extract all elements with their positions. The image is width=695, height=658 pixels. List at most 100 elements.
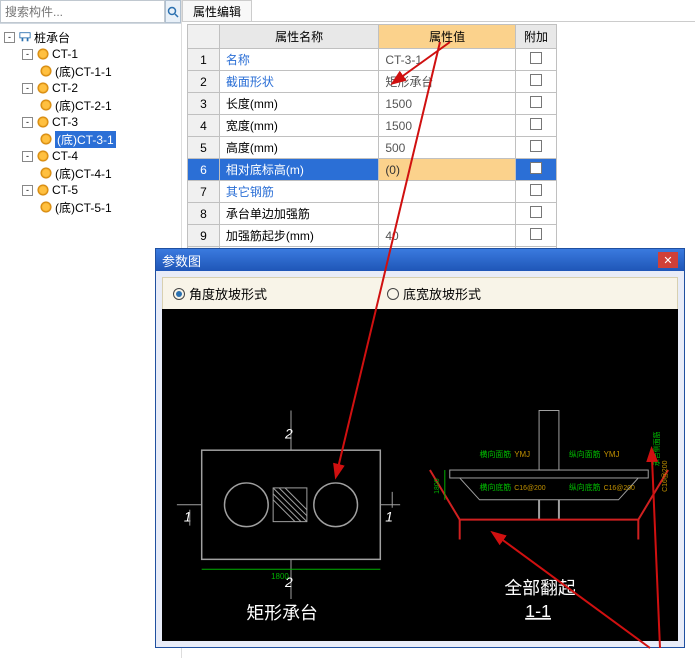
checkbox-icon[interactable] (530, 96, 542, 108)
checkbox-icon[interactable] (530, 74, 542, 86)
tree-child-label: (底)CT-2-1 (55, 97, 112, 114)
prop-name-cell[interactable]: 承台单边加强筋 (219, 203, 378, 225)
prop-value-cell[interactable]: 矩形承台 (379, 71, 516, 93)
checkbox-icon[interactable] (530, 206, 542, 218)
table-row[interactable]: 8 承台单边加强筋 (188, 203, 557, 225)
prop-value-cell[interactable]: 500 (379, 137, 516, 159)
tree-child-item[interactable]: (底)CT-4-1 (2, 165, 179, 181)
prop-link[interactable]: 名称 (226, 53, 250, 67)
prop-name-cell[interactable]: 长度(mm) (219, 93, 378, 115)
table-row[interactable]: 9 加强筋起步(mm) 40 (188, 225, 557, 247)
tree-child-label: (底)CT-1-1 (55, 63, 112, 80)
tree-root[interactable]: - 桩承台 (2, 29, 179, 45)
th-value[interactable]: 属性值 (379, 25, 516, 49)
checkbox-icon[interactable] (530, 52, 542, 64)
collapse-icon[interactable]: - (22, 185, 33, 196)
table-row[interactable]: 2 截面形状 矩形承台 (188, 71, 557, 93)
tree-item-ct[interactable]: - CT-3 (2, 114, 179, 130)
collapse-icon[interactable]: - (22, 83, 33, 94)
checkbox-icon[interactable] (530, 228, 542, 240)
checkbox-icon[interactable] (530, 184, 542, 196)
search-input[interactable] (0, 0, 165, 23)
table-row[interactable]: 4 宽度(mm) 1500 (188, 115, 557, 137)
tree-item-ct[interactable]: - CT-2 (2, 80, 179, 96)
property-table: 属性名称 属性值 附加 1 名称 CT-3-1 2 截面形状 矩形承台 3 长度… (187, 24, 557, 269)
component-tree: - 桩承台 - CT-1 (底)CT-1-1 - CT-2 (底)CT-2-1 … (0, 24, 181, 220)
prop-name-cell[interactable]: 截面形状 (219, 71, 378, 93)
tree-item-label: CT-1 (52, 47, 78, 61)
prop-extra-cell[interactable] (515, 71, 556, 93)
prop-value-cell[interactable]: 40 (379, 225, 516, 247)
tree-child-label: (底)CT-5-1 (55, 199, 112, 216)
tree-child-item[interactable]: (底)CT-5-1 (2, 199, 179, 215)
table-row[interactable]: 7 其它钢筋 (188, 181, 557, 203)
radio-angle-slope[interactable]: 角度放坡形式 (173, 284, 267, 303)
svg-text:C16@200: C16@200 (604, 485, 635, 492)
th-extra[interactable]: 附加 (515, 25, 556, 49)
collapse-icon[interactable]: - (4, 32, 15, 43)
parameter-window-title: 参数图 (162, 251, 201, 270)
table-row[interactable]: 6 相对底标高(m) (0) (188, 159, 557, 181)
row-number: 5 (188, 137, 220, 159)
prop-name-cell[interactable]: 高度(mm) (219, 137, 378, 159)
prop-name-cell[interactable]: 名称 (219, 49, 378, 71)
gear-icon (40, 99, 52, 111)
prop-extra-cell[interactable] (515, 115, 556, 137)
svg-text:纵向面筋: 纵向面筋 (569, 449, 601, 459)
prop-extra-cell[interactable] (515, 137, 556, 159)
tree-item-ct[interactable]: - CT-5 (2, 182, 179, 198)
svg-text:横向面筋: 横向面筋 (480, 449, 512, 459)
svg-text:纵向底筋: 纵向底筋 (569, 482, 601, 492)
tree-root-label: 桩承台 (34, 29, 70, 46)
prop-value-cell[interactable] (379, 203, 516, 225)
prop-name-cell[interactable]: 相对底标高(m) (219, 159, 378, 181)
tree-child-item[interactable]: (底)CT-1-1 (2, 63, 179, 79)
th-blank (188, 25, 220, 49)
checkbox-icon[interactable] (530, 140, 542, 152)
collapse-icon[interactable]: - (22, 117, 33, 128)
row-number: 7 (188, 181, 220, 203)
svg-text:C16@200: C16@200 (662, 460, 669, 491)
tree-item-ct[interactable]: - CT-1 (2, 46, 179, 62)
tree-item-ct[interactable]: - CT-4 (2, 148, 179, 164)
svg-text:2: 2 (284, 425, 293, 441)
radio-width-slope[interactable]: 底宽放坡形式 (387, 284, 481, 303)
prop-value-cell[interactable]: 1500 (379, 115, 516, 137)
prop-extra-cell[interactable] (515, 93, 556, 115)
table-row[interactable]: 1 名称 CT-3-1 (188, 49, 557, 71)
collapse-icon[interactable]: - (22, 49, 33, 60)
checkbox-icon[interactable] (530, 118, 542, 130)
svg-text:C16@200: C16@200 (514, 485, 545, 492)
collapse-icon[interactable]: - (22, 151, 33, 162)
tab-bar: 属性编辑 (182, 0, 695, 22)
prop-value-cell[interactable]: CT-3-1 (379, 49, 516, 71)
table-row[interactable]: 5 高度(mm) 500 (188, 137, 557, 159)
prop-value-cell[interactable] (379, 181, 516, 203)
prop-value-cell[interactable]: 1500 (379, 93, 516, 115)
prop-name-cell[interactable]: 加强筋起步(mm) (219, 225, 378, 247)
prop-link[interactable]: 其它钢筋 (226, 185, 274, 199)
gear-icon (40, 167, 52, 179)
prop-name-cell[interactable]: 宽度(mm) (219, 115, 378, 137)
prop-extra-cell[interactable] (515, 49, 556, 71)
close-button[interactable]: ✕ (658, 252, 678, 268)
tree-child-item[interactable]: (底)CT-3-1 (2, 131, 179, 147)
checkbox-icon[interactable] (530, 162, 542, 174)
magnifier-icon (167, 6, 179, 18)
search-button[interactable] (165, 0, 181, 23)
svg-text:1800: 1800 (434, 478, 441, 494)
prop-value-cell[interactable]: (0) (379, 159, 516, 181)
prop-name-cell[interactable]: 其它钢筋 (219, 181, 378, 203)
gear-icon (40, 133, 52, 145)
table-row[interactable]: 3 长度(mm) 1500 (188, 93, 557, 115)
tab-property-edit[interactable]: 属性编辑 (182, 0, 252, 21)
prop-extra-cell[interactable] (515, 181, 556, 203)
prop-extra-cell[interactable] (515, 203, 556, 225)
th-name[interactable]: 属性名称 (219, 25, 378, 49)
prop-extra-cell[interactable] (515, 225, 556, 247)
prop-link[interactable]: 截面形状 (226, 75, 274, 89)
tree-child-item[interactable]: (底)CT-2-1 (2, 97, 179, 113)
parameter-window-title-bar[interactable]: 参数图 ✕ (156, 249, 684, 271)
tree-item-label: CT-4 (52, 149, 78, 163)
prop-extra-cell[interactable] (515, 159, 556, 181)
